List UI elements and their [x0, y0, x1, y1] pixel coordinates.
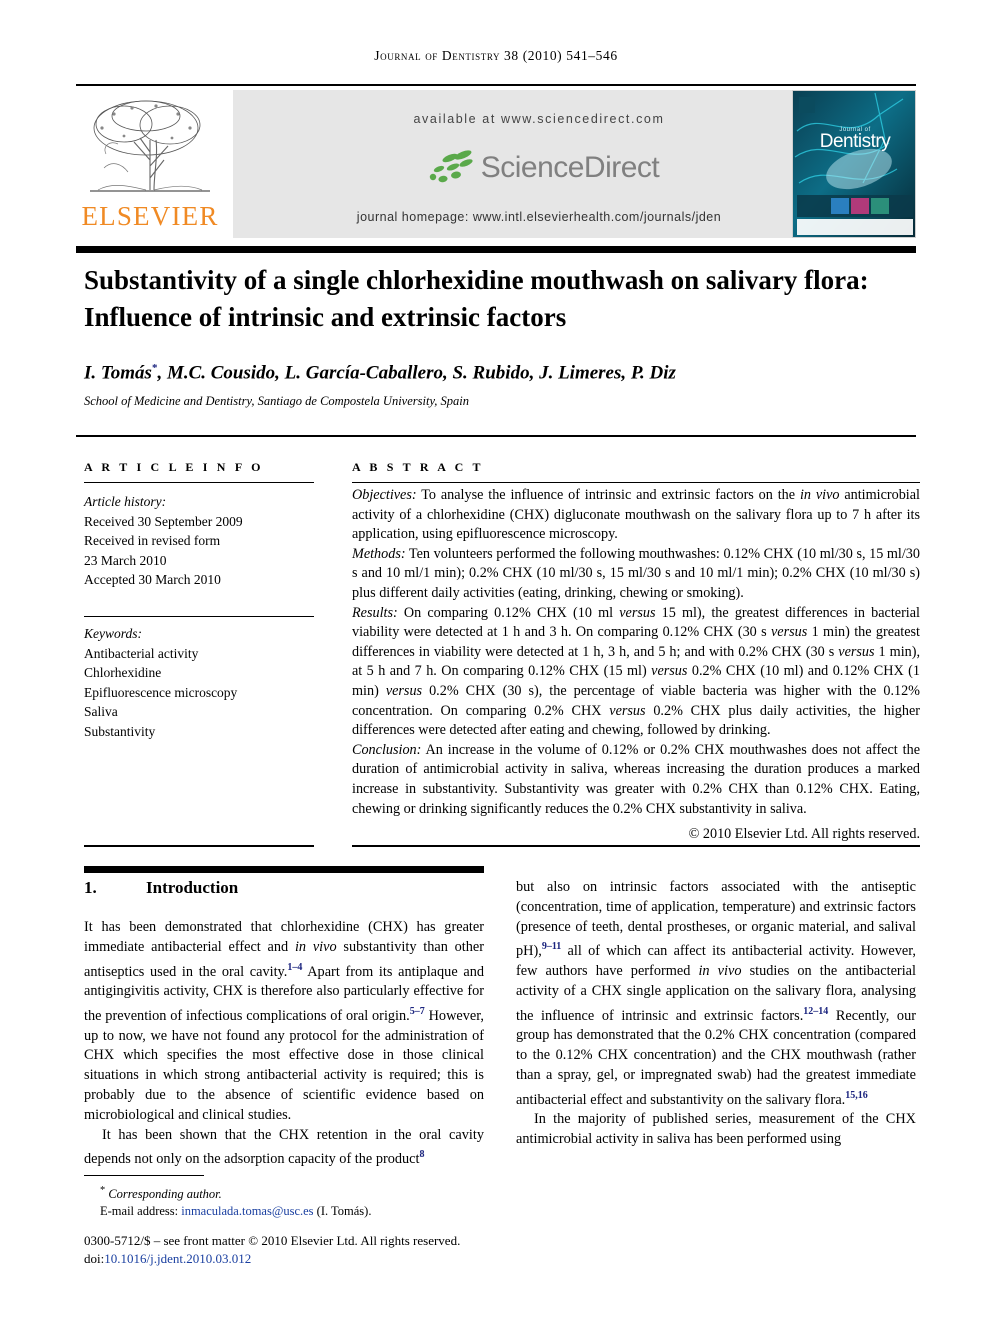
- sciencedirect-logo: ScienceDirect: [233, 146, 845, 190]
- doi-line: doi:10.1016/j.jdent.2010.03.012: [84, 1251, 252, 1266]
- introduction-bar: [84, 866, 484, 873]
- author-list: I. Tomás*, M.C. Cousido, L. García-Cabal…: [84, 362, 676, 384]
- footnote-rule: [84, 1175, 204, 1177]
- history-item: Accepted 30 March 2010: [84, 572, 221, 587]
- sciencedirect-band: available at www.sciencedirect.com Scien…: [233, 90, 845, 238]
- abstract-results: Results: On comparing 0.12% CHX (10 ml v…: [352, 604, 921, 739]
- affiliation: School of Medicine and Dentistry, Santia…: [84, 394, 470, 408]
- abstract-bottom-rule: [352, 845, 920, 847]
- masthead-bottom-bar: [76, 246, 916, 253]
- citation-ref: 15,16: [845, 1089, 868, 1101]
- page-title: Substantivity of a single chlorhexidine …: [84, 265, 869, 332]
- title-section-rule: [76, 435, 916, 437]
- intro-paragraph-1: It has been demonstrated that chlorhexid…: [84, 919, 485, 1123]
- article-info-rule: [84, 482, 314, 484]
- journal-cover-thumbnail: Journal of Dentistry: [792, 90, 916, 238]
- article-info-heading: A R T I C L E I N F O: [84, 460, 264, 474]
- keyword-item: Substantivity: [84, 723, 156, 739]
- citation-ref: 9–11: [541, 941, 562, 953]
- history-item: Received 30 September 2009: [84, 513, 243, 529]
- intro-paragraph-4: In the majority of published series, mea…: [516, 1111, 916, 1147]
- keyword-item: Saliva: [84, 704, 118, 719]
- body-column-left: It has been demonstrated that chlorhexid…: [84, 918, 484, 1170]
- info-column-bottom-rule: [84, 845, 314, 847]
- imprint-block: 0300-5712/$ – see front matter © 2010 El…: [84, 1232, 564, 1268]
- svg-text:Dentistry: Dentistry: [820, 131, 891, 152]
- keywords-label: Keywords:: [84, 626, 142, 641]
- email-link[interactable]: inmaculada.tomas@usc.es: [181, 1204, 313, 1218]
- keyword-item: Antibacterial activity: [84, 645, 199, 661]
- running-head: Journal of Dentistry 38 (2010) 541–546: [374, 48, 618, 63]
- footnote-block: * Corresponding author. E-mail address: …: [84, 1182, 504, 1220]
- sciencedirect-leaves-icon: [429, 150, 473, 183]
- header-rule: [76, 84, 916, 86]
- paper-page: Journal of Dentistry 38 (2010) 541–546 E…: [0, 0, 992, 1323]
- abstract-methods: Methods: Ten volunteers performed the fo…: [352, 545, 920, 601]
- keywords-block: Keywords: Antibacterial activity Chlorhe…: [84, 624, 314, 741]
- journal-homepage-text: journal homepage: www.intl.elsevierhealt…: [356, 210, 722, 224]
- corresponding-marker: *: [100, 1185, 106, 1196]
- citation-ref: 5–7: [409, 1005, 425, 1017]
- doi-link[interactable]: 10.1016/j.jdent.2010.03.012: [104, 1251, 251, 1266]
- intro-paragraph-3: but also on intrinsic factors associated…: [516, 879, 916, 1108]
- abstract-body: Objectives: To analyse the influence of …: [352, 486, 920, 845]
- history-item: 23 March 2010: [84, 552, 167, 568]
- masthead: ELSEVIER available at www.sciencedirect.…: [76, 90, 916, 238]
- citation-ref: 8: [419, 1149, 425, 1161]
- abstract-objectives: Objectives: To analyse the influence of …: [352, 487, 920, 543]
- keyword-item: Epifluorescence microscopy: [84, 684, 238, 700]
- citation-ref: 1–4: [287, 961, 303, 973]
- history-item: Received in revised form: [84, 533, 221, 548]
- intro-paragraph-2: It has been shown that the CHX retention…: [84, 1126, 484, 1168]
- introduction-heading: 1. Introduction: [84, 878, 238, 898]
- keywords-rule: [84, 616, 314, 618]
- article-history-block: Article history: Received 30 September 2…: [84, 492, 314, 590]
- abstract-copyright: © 2010 Elsevier Ltd. All rights reserved…: [688, 826, 920, 843]
- available-at-text: available at www.sciencedirect.com: [413, 112, 665, 126]
- elsevier-logo: ELSEVIER: [76, 90, 224, 238]
- issn-line: 0300-5712/$ – see front matter © 2010 El…: [84, 1233, 461, 1248]
- citation-ref: 12–14: [803, 1005, 829, 1017]
- section-number: 1.: [84, 878, 97, 897]
- body-column-right: but also on intrinsic factors associated…: [516, 878, 916, 1150]
- elsevier-wordmark: ELSEVIER: [81, 201, 219, 231]
- abstract-rule: [352, 482, 920, 484]
- abstract-heading: A B S T R A C T: [352, 460, 484, 474]
- elsevier-tree-icon: [90, 100, 210, 192]
- section-title: Introduction: [146, 878, 239, 897]
- sciencedirect-wordmark: ScienceDirect: [480, 151, 660, 184]
- keyword-item: Chlorhexidine: [84, 665, 162, 680]
- corresponding-author-note: * Corresponding author.: [100, 1185, 222, 1202]
- abstract-conclusion: Conclusion: An increase in the volume of…: [352, 741, 920, 817]
- article-history-label: Article history:: [84, 494, 167, 509]
- email-line: E-mail address: inmaculada.tomas@usc.es …: [100, 1204, 372, 1219]
